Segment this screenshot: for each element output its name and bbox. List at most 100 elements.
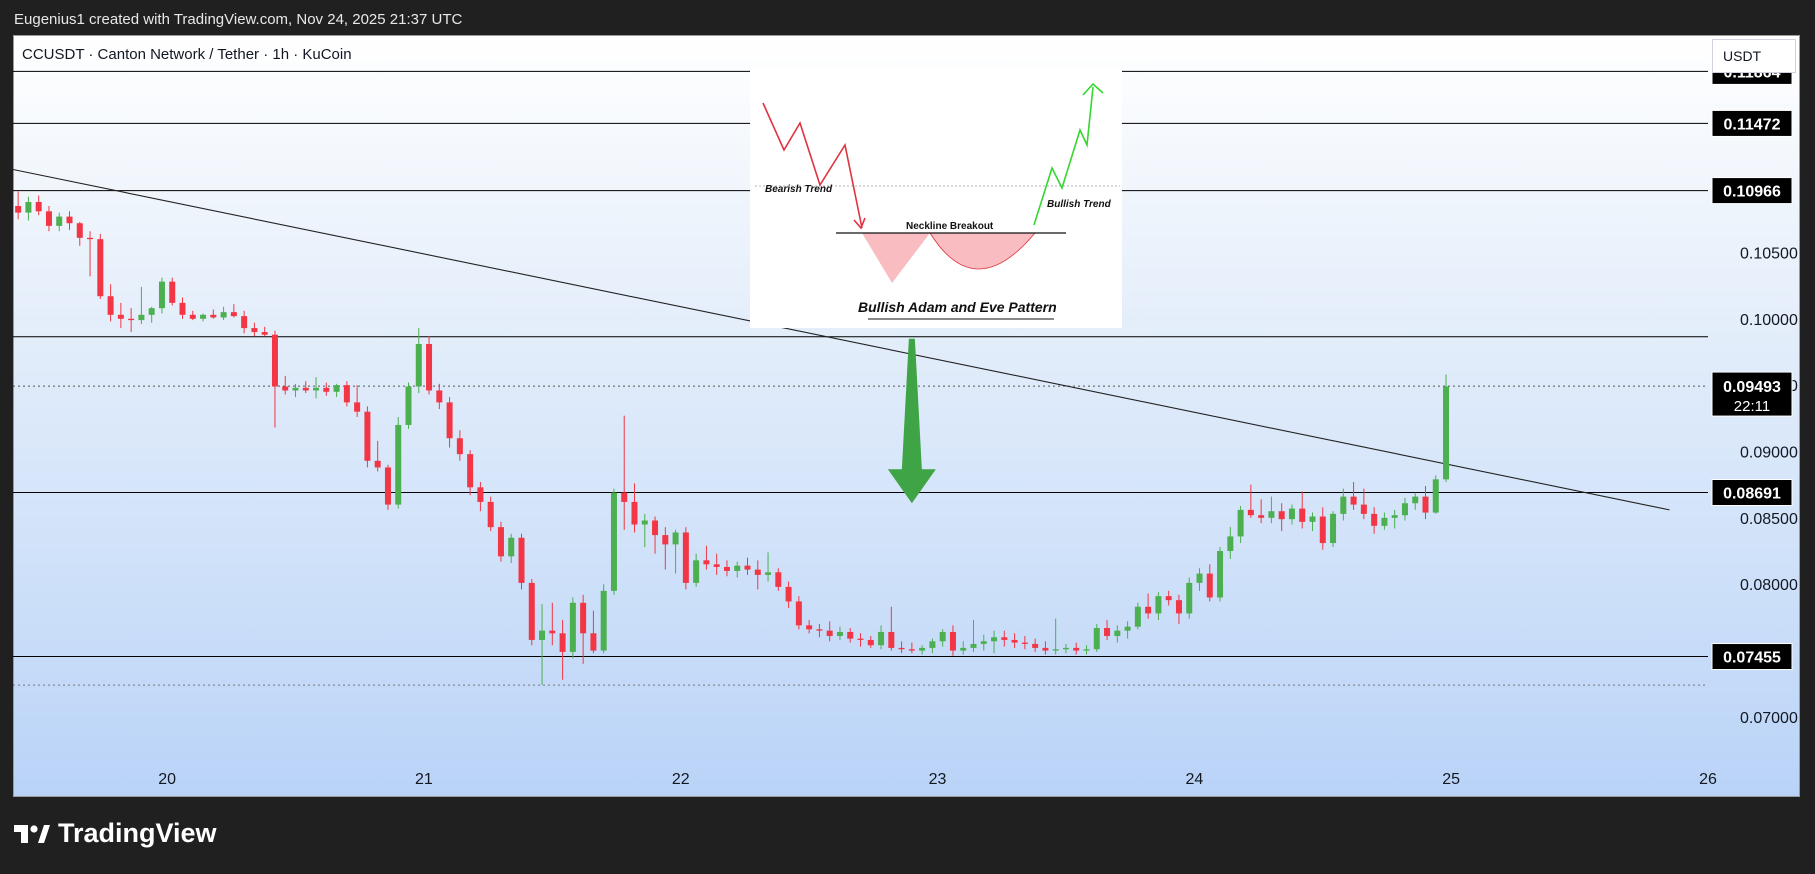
currency-selector[interactable]: USDT	[1712, 39, 1796, 73]
candle-body-54	[569, 602, 576, 652]
x-tick-label-3: 23	[929, 771, 947, 788]
candle-body-62	[652, 520, 659, 536]
candle-body-12	[138, 314, 145, 321]
candle-body-109	[1134, 606, 1141, 627]
candle-body-33	[354, 402, 361, 412]
candle-body-60	[631, 501, 638, 525]
candle-body-23	[251, 328, 258, 333]
price-chart[interactable]: 0.070000.080000.085000.090000.095000.100…	[0, 0, 1815, 874]
candle-body-110	[1145, 606, 1152, 614]
candle-body-19	[210, 314, 217, 318]
candle-body-85	[888, 631, 895, 648]
candle-body-40	[426, 344, 433, 391]
candle-body-98	[1021, 642, 1028, 644]
candle-body-133	[1381, 517, 1388, 526]
level-tag-label-2: 0.10966	[1723, 184, 1781, 201]
candle-body-34	[364, 411, 371, 461]
candle-body-65	[682, 532, 689, 583]
candle-body-116	[1206, 573, 1213, 598]
candle-body-75	[785, 586, 792, 602]
candle-body-120	[1247, 509, 1254, 516]
x-tick-label-0: 20	[158, 771, 176, 788]
candle-body-3	[45, 211, 52, 226]
y-tick-label-1: 0.08000	[1740, 577, 1798, 594]
candle-body-93	[970, 643, 977, 648]
candle-body-138	[1432, 479, 1439, 513]
candle-body-90	[939, 631, 946, 642]
candle-body-82	[857, 638, 864, 640]
candle-body-42	[446, 402, 453, 439]
candle-body-84	[878, 631, 885, 646]
y-tick-label-6: 0.10500	[1740, 245, 1798, 262]
candle-body-37	[395, 424, 402, 505]
arrow-layer	[887, 338, 936, 504]
candle-body-2	[35, 202, 42, 212]
y-tick-label-0: 0.07000	[1740, 710, 1798, 727]
candle-body-92	[960, 647, 967, 651]
candle-body-96	[1001, 637, 1008, 640]
candle-body-70	[734, 565, 741, 571]
candle-body-73	[765, 572, 772, 575]
countdown-label: 22:11	[1734, 398, 1770, 415]
candle-body-28	[302, 387, 309, 391]
candle-body-26	[282, 386, 289, 391]
candle-body-78	[816, 629, 823, 631]
bullish-label: Bullish Trend	[1047, 199, 1112, 210]
candle-body-121	[1258, 515, 1265, 518]
candle-body-46	[487, 501, 494, 528]
candle-body-79	[826, 630, 833, 636]
tradingview-logo[interactable]: TradingView	[14, 818, 217, 849]
candle-body-61	[641, 520, 648, 525]
candle-body-7	[87, 237, 94, 240]
candle-body-30	[323, 387, 330, 392]
candle-body-71	[744, 565, 751, 570]
candle-body-89	[929, 641, 936, 648]
level-tag-label-1: 0.11472	[1724, 116, 1781, 133]
candle-body-113	[1175, 600, 1182, 614]
candle-body-69	[723, 566, 730, 571]
candle-body-57	[600, 590, 607, 651]
candle-body-122	[1268, 511, 1275, 518]
candle-body-105	[1093, 628, 1100, 650]
candle-body-8	[97, 239, 104, 297]
candle-body-74	[775, 572, 782, 587]
y-tick-label-2: 0.08500	[1740, 511, 1798, 528]
x-tick-label-1: 21	[415, 771, 433, 788]
candle-body-126	[1309, 516, 1316, 522]
candle-body-49	[518, 537, 525, 583]
candle-body-127	[1319, 516, 1326, 544]
candle-body-131	[1360, 504, 1367, 514]
candle-body-36	[384, 467, 391, 505]
level-tag-label-4: 0.08691	[1723, 486, 1781, 503]
time-axis[interactable]: 20 21 22 23 24 25 26	[158, 771, 1717, 788]
candle-body-18	[200, 314, 207, 319]
candle-body-97	[1011, 639, 1018, 643]
candle-body-64	[672, 532, 679, 545]
candle-body-38	[405, 386, 412, 425]
candle-body-58	[610, 492, 617, 591]
candle-body-27	[292, 387, 299, 391]
candle-body-45	[477, 487, 484, 502]
candle-body-72	[754, 569, 761, 575]
symbol-title[interactable]: CCUSDT · Canton Network / Tether · 1h · …	[22, 46, 352, 63]
candle-body-43	[456, 438, 463, 455]
level-tag-label-5: 0.07455	[1723, 650, 1781, 667]
candle-body-52	[549, 630, 556, 634]
candle-body-68	[713, 564, 720, 567]
candle-body-22	[241, 316, 248, 329]
candle-body-29	[313, 387, 320, 391]
candle-body-112	[1165, 596, 1172, 601]
candle-body-80	[836, 631, 843, 636]
candle-body-0	[15, 205, 22, 213]
candle-body-130	[1350, 496, 1357, 505]
pattern-inset: Bearish Trend Bullish Trend Neckline Bre…	[750, 68, 1122, 328]
candle-body-16	[179, 302, 186, 315]
candle-body-117	[1217, 551, 1224, 598]
candle-body-95	[991, 637, 998, 642]
candle-body-10	[117, 314, 124, 319]
candle-body-132	[1371, 513, 1378, 526]
x-tick-label-2: 22	[672, 771, 690, 788]
candle-body-55	[580, 602, 587, 634]
candle-body-77	[806, 625, 813, 630]
candle-body-31	[333, 385, 340, 392]
